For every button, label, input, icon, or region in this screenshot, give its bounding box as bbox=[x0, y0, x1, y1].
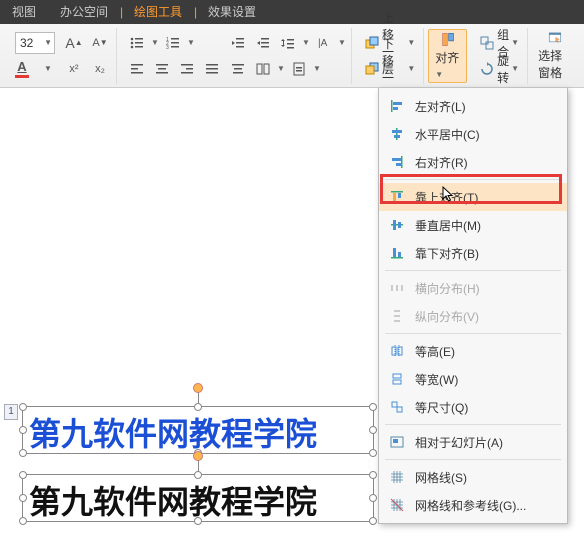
tab-drawing-tools[interactable]: 绘图工具 bbox=[122, 0, 194, 24]
menu-label: 网格线和参考线(G)... bbox=[415, 497, 526, 514]
align-button[interactable]: 对齐 ▼ bbox=[428, 29, 467, 83]
menu-label: 左对齐(L) bbox=[415, 98, 466, 115]
numbering-button[interactable]: 123 bbox=[161, 31, 185, 55]
rotation-handle[interactable] bbox=[193, 383, 203, 393]
ribbon: 32▼ A ▼ A▲ A▼ x² x₂ ▼ 12 bbox=[0, 24, 584, 88]
tab-effects[interactable]: 效果设置 bbox=[196, 0, 268, 24]
menu-label: 靠下对齐(B) bbox=[415, 245, 479, 262]
textbox-2[interactable]: 第九软件网教程学院 bbox=[22, 474, 374, 522]
vertical-align-dropdown[interactable]: ▼ bbox=[312, 57, 322, 81]
resize-handle[interactable] bbox=[19, 517, 27, 525]
menu-relative-to-slide[interactable]: 相对于幻灯片(A) bbox=[379, 428, 567, 456]
menu-label: 等宽(W) bbox=[415, 371, 458, 388]
resize-handle[interactable] bbox=[194, 517, 202, 525]
decrease-indent-button[interactable] bbox=[226, 31, 250, 55]
align-button-label: 对齐 bbox=[435, 51, 459, 65]
menu-separator bbox=[385, 333, 561, 334]
menu-separator bbox=[385, 179, 561, 180]
numbering-dropdown[interactable]: ▼ bbox=[186, 31, 196, 55]
resize-handle[interactable] bbox=[19, 494, 27, 502]
menu-equal-height[interactable]: 等高(E) bbox=[379, 337, 567, 365]
resize-handle[interactable] bbox=[369, 426, 377, 434]
resize-handle[interactable] bbox=[369, 494, 377, 502]
selection-pane-icon bbox=[544, 31, 566, 45]
resize-handle[interactable] bbox=[194, 403, 202, 411]
menu-label: 靠上对齐(T) bbox=[415, 189, 478, 206]
tab-office[interactable]: 办公空间 bbox=[48, 0, 120, 24]
menu-align-left[interactable]: 左对齐(L) bbox=[379, 92, 567, 120]
menu-separator bbox=[385, 270, 561, 271]
menu-separator bbox=[385, 459, 561, 460]
align-icon bbox=[437, 32, 459, 47]
menu-gridlines[interactable]: 网格线(S) bbox=[379, 463, 567, 491]
bullets-dropdown[interactable]: ▼ bbox=[150, 31, 160, 55]
menu-label: 右对齐(R) bbox=[415, 154, 468, 171]
menu-label: 等尺寸(Q) bbox=[415, 399, 468, 416]
resize-handle[interactable] bbox=[369, 517, 377, 525]
bullets-button[interactable] bbox=[125, 31, 149, 55]
menu-label: 网格线(S) bbox=[415, 469, 467, 486]
menu-align-center-h[interactable]: 水平居中(C) bbox=[379, 120, 567, 148]
align-center-button[interactable] bbox=[150, 57, 174, 81]
svg-text:|A: |A bbox=[318, 38, 328, 49]
menu-align-top[interactable]: 靠上对齐(T) bbox=[379, 183, 567, 211]
rotate-label: 旋转 bbox=[497, 52, 509, 86]
resize-handle[interactable] bbox=[19, 449, 27, 457]
line-spacing-dropdown[interactable]: ▼ bbox=[301, 31, 311, 55]
menu-distribute-h: 横向分布(H) bbox=[379, 274, 567, 302]
resize-handle[interactable] bbox=[369, 471, 377, 479]
columns-button[interactable] bbox=[251, 57, 275, 81]
menu-align-middle-v[interactable]: 垂直居中(M) bbox=[379, 211, 567, 239]
resize-handle[interactable] bbox=[19, 426, 27, 434]
menu-separator bbox=[385, 424, 561, 425]
resize-handle[interactable] bbox=[194, 471, 202, 479]
resize-handle[interactable] bbox=[369, 449, 377, 457]
menu-align-bottom[interactable]: 靠下对齐(B) bbox=[379, 239, 567, 267]
menu-label: 垂直居中(M) bbox=[415, 217, 481, 234]
menu-equal-width[interactable]: 等宽(W) bbox=[379, 365, 567, 393]
line-spacing-button[interactable] bbox=[276, 31, 300, 55]
menu-grid-and-guides[interactable]: 网格线和参考线(G)... bbox=[379, 491, 567, 519]
font-color-dropdown[interactable]: ▼ bbox=[36, 57, 60, 81]
rotate-button[interactable]: 旋转▼ bbox=[475, 57, 523, 81]
subscript-button[interactable]: x₂ bbox=[88, 57, 112, 81]
align-dropdown-menu: 左对齐(L) 水平居中(C) 右对齐(R) 靠上对齐(T) 垂直居中(M) 靠下… bbox=[378, 88, 568, 524]
font-size-value: 32 bbox=[20, 36, 33, 50]
tab-view[interactable]: 视图 bbox=[0, 0, 48, 24]
menu-equal-size[interactable]: 等尺寸(Q) bbox=[379, 393, 567, 421]
align-right-button[interactable] bbox=[175, 57, 199, 81]
vertical-align-button[interactable] bbox=[287, 57, 311, 81]
textbox-1[interactable]: 第九软件网教程学院 bbox=[22, 406, 374, 454]
align-left-button[interactable] bbox=[125, 57, 149, 81]
text-direction-dropdown[interactable]: ▼ bbox=[337, 31, 347, 55]
menu-distribute-v: 纵向分布(V) bbox=[379, 302, 567, 330]
selection-pane-button[interactable]: 选择窗格 bbox=[532, 29, 578, 83]
menu-label: 等高(E) bbox=[415, 343, 455, 360]
increase-font-icon[interactable]: A▲ bbox=[62, 31, 86, 55]
selection-pane-label: 选择窗格 bbox=[538, 47, 572, 81]
rotation-handle[interactable] bbox=[193, 451, 203, 461]
menu-align-right[interactable]: 右对齐(R) bbox=[379, 148, 567, 176]
resize-handle[interactable] bbox=[19, 471, 27, 479]
align-distribute-button[interactable] bbox=[226, 57, 250, 81]
align-justify-button[interactable] bbox=[200, 57, 224, 81]
menu-label: 水平居中(C) bbox=[415, 126, 480, 143]
send-backward-button[interactable]: 下移一层▼ bbox=[360, 57, 419, 81]
decrease-font-icon[interactable]: A▼ bbox=[88, 31, 112, 55]
superscript-button[interactable]: x² bbox=[62, 57, 86, 81]
menu-label: 纵向分布(V) bbox=[415, 308, 479, 325]
font-size-select[interactable]: 32▼ bbox=[10, 31, 60, 55]
slide-number-badge: 1 bbox=[4, 404, 18, 420]
font-color-button[interactable]: A bbox=[10, 57, 34, 81]
resize-handle[interactable] bbox=[19, 403, 27, 411]
svg-text:3: 3 bbox=[166, 45, 169, 51]
text-direction-button[interactable]: |A bbox=[312, 31, 336, 55]
columns-dropdown[interactable]: ▼ bbox=[276, 57, 286, 81]
increase-indent-button[interactable] bbox=[251, 31, 275, 55]
menu-label: 横向分布(H) bbox=[415, 280, 480, 297]
menu-label: 相对于幻灯片(A) bbox=[415, 434, 503, 451]
resize-handle[interactable] bbox=[369, 403, 377, 411]
